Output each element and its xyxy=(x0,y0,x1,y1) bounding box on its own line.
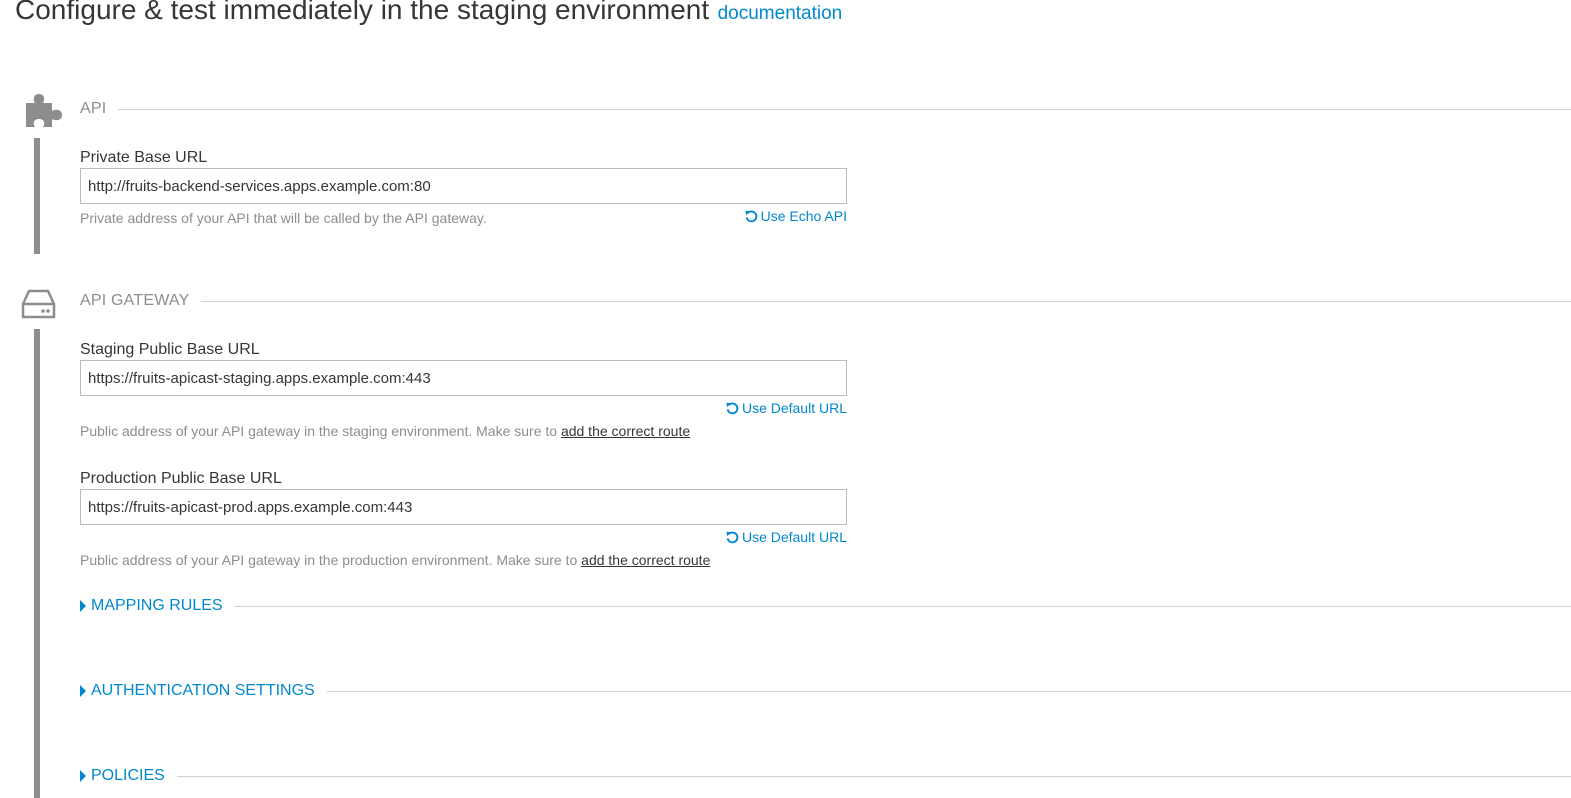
undo-icon xyxy=(745,210,757,222)
mapping-rules-section: MAPPING RULES xyxy=(80,597,1571,615)
private-base-url-help: Private address of your API that will be… xyxy=(80,210,487,226)
page-title: Configure & test immediately in the stag… xyxy=(15,0,710,25)
authentication-settings-toggle[interactable]: AUTHENTICATION SETTINGS xyxy=(80,682,315,700)
section-divider xyxy=(176,775,1571,777)
timeline-bar xyxy=(34,329,40,798)
staging-help-text: Public address of your API gateway in th… xyxy=(80,423,558,439)
production-public-base-url-input[interactable] xyxy=(80,489,847,525)
timeline-bar xyxy=(34,138,40,254)
staging-public-base-url-field: Staging Public Base URL Use Default URL … xyxy=(80,340,847,444)
staging-public-base-url-help: Public address of your API gateway in th… xyxy=(80,423,690,439)
production-public-base-url-label: Production Public Base URL xyxy=(80,470,282,487)
configuration-page: Configure & test immediately in the stag… xyxy=(0,0,1571,798)
documentation-link[interactable]: documentation xyxy=(718,3,843,24)
staging-public-base-url-input[interactable] xyxy=(80,360,847,396)
server-drive-icon xyxy=(21,289,56,319)
caret-right-icon xyxy=(80,685,86,697)
policies-toggle[interactable]: POLICIES xyxy=(80,767,165,785)
use-default-url-production-link[interactable]: Use Default URL xyxy=(726,529,847,545)
section-divider xyxy=(201,300,1571,302)
api-gateway-section-label: API GATEWAY xyxy=(80,292,190,309)
authentication-settings-label: AUTHENTICATION SETTINGS xyxy=(91,682,315,699)
caret-right-icon xyxy=(80,770,86,782)
section-divider xyxy=(118,108,1571,110)
add-correct-route-link[interactable]: add the correct route xyxy=(561,423,690,439)
puzzle-piece-icon xyxy=(26,94,62,127)
private-base-url-input[interactable] xyxy=(80,168,847,204)
mapping-rules-toggle[interactable]: MAPPING RULES xyxy=(80,597,223,615)
authentication-settings-section: AUTHENTICATION SETTINGS xyxy=(80,682,1571,700)
undo-icon xyxy=(726,531,739,543)
policies-section: POLICIES xyxy=(80,767,1571,785)
section-divider xyxy=(234,605,1571,607)
staging-public-base-url-label: Staging Public Base URL xyxy=(80,341,260,358)
caret-right-icon xyxy=(80,600,86,612)
api-section-header: API xyxy=(80,100,1571,118)
add-correct-route-link[interactable]: add the correct route xyxy=(581,552,710,568)
undo-icon xyxy=(726,402,739,414)
api-section-label: API xyxy=(80,100,107,117)
production-public-base-url-help: Public address of your API gateway in th… xyxy=(80,552,710,568)
private-base-url-label: Private Base URL xyxy=(80,149,208,166)
api-gateway-section-header: API GATEWAY xyxy=(80,292,1571,310)
mapping-rules-label: MAPPING RULES xyxy=(91,597,223,614)
production-help-text: Public address of your API gateway in th… xyxy=(80,552,578,568)
section-divider xyxy=(326,690,1571,692)
page-header: Configure & test immediately in the stag… xyxy=(15,0,842,26)
policies-label: POLICIES xyxy=(91,767,165,784)
private-base-url-field: Private Base URL Private address of your… xyxy=(80,148,847,238)
use-echo-api-label: Use Echo API xyxy=(760,208,847,224)
use-default-url-label: Use Default URL xyxy=(741,529,847,545)
use-default-url-label: Use Default URL xyxy=(741,400,847,416)
production-public-base-url-field: Production Public Base URL Use Default U… xyxy=(80,469,847,573)
use-default-url-staging-link[interactable]: Use Default URL xyxy=(726,400,847,416)
use-echo-api-link[interactable]: Use Echo API xyxy=(745,208,847,224)
